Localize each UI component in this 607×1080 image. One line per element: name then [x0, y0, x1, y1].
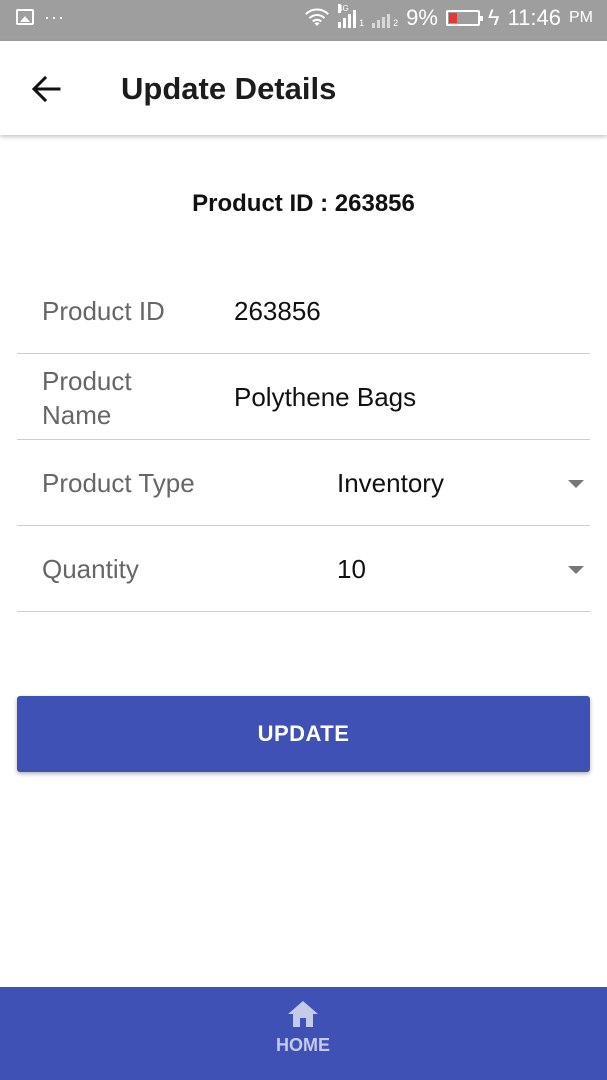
sim1-label: 1	[359, 18, 365, 28]
home-icon	[288, 1001, 318, 1027]
sim2-label: 2	[393, 18, 399, 28]
status-right: 4G 1 2 9% ϟ 11:46 PM	[304, 4, 593, 31]
quantity-row[interactable]: Quantity 10	[17, 526, 590, 612]
product-id-heading: Product ID : 263856	[192, 190, 415, 217]
clock-ampm: PM	[569, 9, 593, 26]
network-type-label: 4G	[338, 4, 349, 13]
wifi-icon	[305, 8, 330, 26]
signal-sim2-icon: 2	[372, 8, 398, 28]
product-id-label: Product ID	[42, 296, 165, 326]
battery-percent: 9%	[406, 5, 438, 30]
status-bar: ··· 4G 1 2 9% ϟ 11:46 PM	[0, 0, 607, 41]
nav-home-label: HOME	[276, 1035, 330, 1055]
status-left: ···	[16, 7, 65, 27]
product-name-input[interactable]: Polythene Bags	[234, 380, 416, 414]
product-name-row: Product Name Polythene Bags	[17, 354, 590, 440]
clock-time: 11:46	[507, 5, 561, 30]
more-notifications-icon: ···	[44, 7, 65, 27]
product-type-label: Product Type	[42, 468, 195, 498]
chevron-down-icon[interactable]	[568, 480, 584, 488]
quantity-label: Quantity	[42, 554, 139, 584]
app-bar: Update Details	[0, 41, 607, 135]
product-type-row[interactable]: Product Type Inventory	[17, 440, 590, 526]
battery-icon	[445, 10, 483, 26]
product-id-value: 263856	[234, 296, 321, 326]
quantity-select[interactable]: 10	[337, 552, 366, 586]
nav-home[interactable]: HOME	[253, 999, 353, 1071]
chevron-down-icon[interactable]	[568, 566, 584, 574]
arrow-left-icon	[31, 76, 61, 102]
product-name-label: Product Name	[42, 366, 132, 430]
product-type-select[interactable]: Inventory	[337, 466, 444, 500]
back-button[interactable]	[28, 71, 64, 107]
bottom-navigation: HOME	[0, 987, 607, 1080]
page-title: Update Details	[121, 71, 337, 106]
update-button[interactable]: UPDATE	[17, 696, 590, 772]
signal-sim1-icon: 4G 1	[338, 4, 365, 28]
product-form: Product ID 263856 Product Name Polythene…	[17, 268, 590, 612]
image-notification-icon	[16, 9, 34, 25]
charging-icon: ϟ	[487, 5, 500, 30]
product-id-row: Product ID 263856	[17, 268, 590, 354]
